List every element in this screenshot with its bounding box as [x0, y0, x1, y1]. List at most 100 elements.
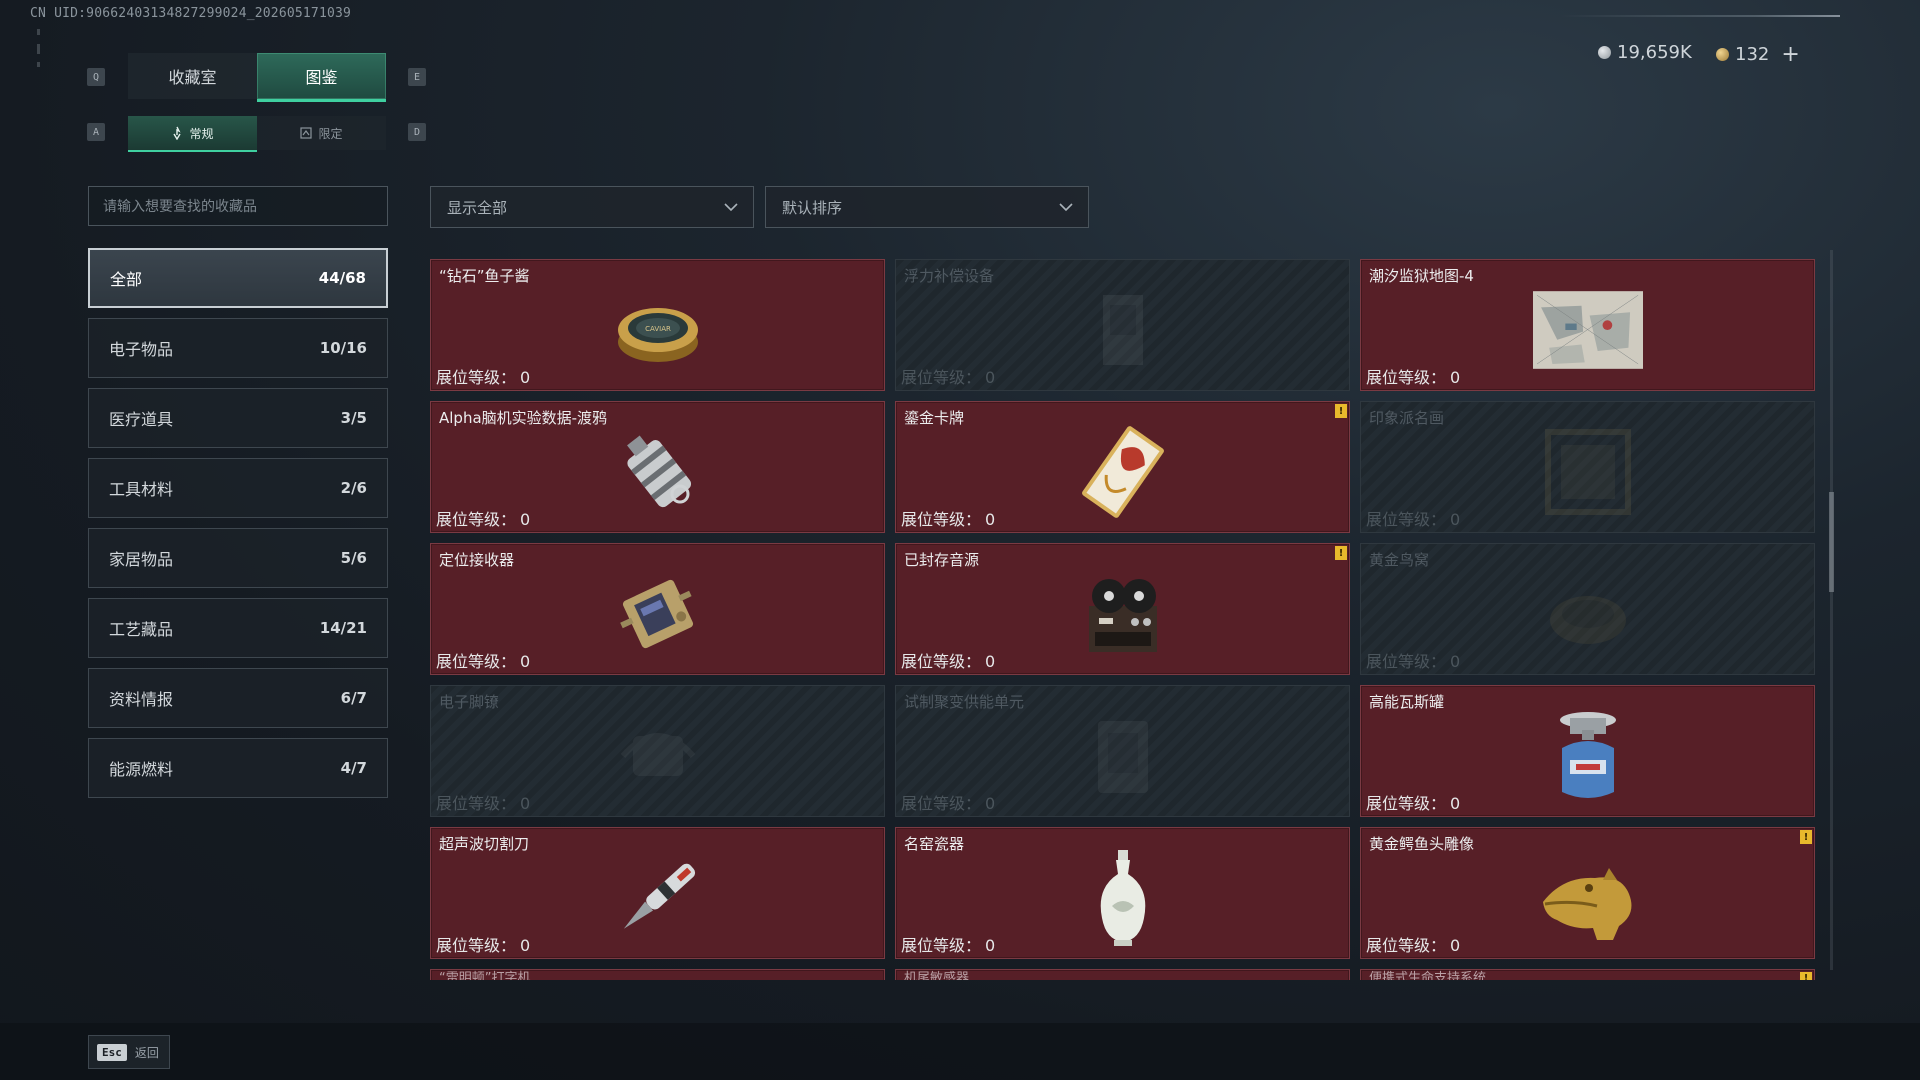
ankle-monitor-icon	[603, 708, 713, 804]
category-tools[interactable]: 工具材料 2/6	[88, 458, 388, 518]
sort-dropdown[interactable]: 默认排序	[765, 186, 1089, 228]
level-value: 0	[985, 368, 996, 387]
level-value: 0	[520, 510, 531, 529]
chevron-down-icon	[724, 203, 738, 212]
item-name: 电子脚镣	[439, 693, 500, 711]
level-value: 0	[985, 510, 996, 529]
item-level: 展位等级： 0	[436, 932, 530, 956]
level-value: 0	[985, 794, 996, 813]
item-name: 定位接收器	[439, 551, 515, 569]
search-input[interactable]: 请输入想要查找的收藏品	[88, 186, 388, 226]
collection-item-card[interactable]: 已封存音源 展位等级： 0!	[895, 543, 1350, 675]
show-filter-dropdown[interactable]: 显示全部	[430, 186, 754, 228]
new-flag-icon: !	[1800, 972, 1812, 980]
category-crafts[interactable]: 工艺藏品 14/21	[88, 598, 388, 658]
item-level: 展位等级： 0	[901, 648, 995, 672]
level-label: 展位等级：	[436, 510, 517, 529]
collection-item-card[interactable]: Alpha脑机实验数据-渡鸦 展位等级： 0	[430, 401, 885, 533]
back-button[interactable]: Esc 返回	[88, 1035, 170, 1069]
collection-item-card[interactable]: 高能瓦斯罐 展位等级： 0	[1360, 685, 1815, 817]
collection-item-card[interactable]: 印象派名画展位等级： 0	[1360, 401, 1815, 533]
level-label: 展位等级：	[436, 652, 517, 671]
category-electronics[interactable]: 电子物品 10/16	[88, 318, 388, 378]
ultrasonic-cutter-icon	[603, 850, 713, 946]
collection-item-card[interactable]: 超声波切割刀展位等级： 0	[430, 827, 885, 959]
collection-item-card[interactable]: “钻石”鱼子酱 CAVIAR 展位等级： 0	[430, 259, 885, 391]
level-label: 展位等级：	[901, 936, 982, 955]
collection-item-card[interactable]: “雷明顿”打字机	[430, 969, 885, 980]
gilded-card-icon	[1068, 424, 1178, 520]
add-currency-button[interactable]: +	[1781, 42, 1799, 67]
category-count: 4/7	[340, 759, 367, 777]
item-level: 展位等级： 0	[901, 790, 995, 814]
item-name: 超声波切割刀	[439, 835, 530, 853]
category-count: 44/68	[318, 269, 366, 287]
collection-item-card[interactable]: 定位接收器展位等级： 0	[430, 543, 885, 675]
item-name: Alpha脑机实验数据-渡鸦	[439, 409, 608, 427]
level-value: 0	[1450, 368, 1461, 387]
collection-item-card[interactable]: 名窑瓷器 展位等级： 0	[895, 827, 1350, 959]
tab-catalog[interactable]: 图鉴	[257, 53, 386, 102]
level-label: 展位等级：	[1366, 510, 1447, 529]
esc-key-hint: Esc	[97, 1043, 127, 1061]
subtab-limited[interactable]: 限定	[257, 116, 386, 150]
category-all[interactable]: 全部 44/68	[88, 248, 388, 308]
category-count: 3/5	[340, 409, 367, 427]
collection-item-card[interactable]: 机尾敏感器	[895, 969, 1350, 980]
category-household[interactable]: 家居物品 5/6	[88, 528, 388, 588]
category-intel[interactable]: 资料情报 6/7	[88, 668, 388, 728]
uid-text: CN UID:9066240313482729​9024_20260517103…	[30, 6, 352, 21]
level-label: 展位等级：	[1366, 368, 1447, 387]
tab-collection-room[interactable]: 收藏室	[128, 53, 257, 99]
collection-item-card[interactable]: 浮力补偿设备 展位等级： 0	[895, 259, 1350, 391]
category-label: 电子物品	[109, 340, 174, 359]
item-level: 展位等级： 0	[901, 506, 995, 530]
item-level: 展位等级： 0	[436, 648, 530, 672]
item-name: “钻石”鱼子酱	[439, 267, 530, 285]
category-label: 家居物品	[109, 550, 174, 569]
collection-item-card[interactable]: 便携式生命支持系统!	[1360, 969, 1815, 980]
item-level: 展位等级： 0	[1366, 648, 1460, 672]
painting-icon	[1533, 424, 1643, 520]
level-label: 展位等级：	[1366, 936, 1447, 955]
category-medical[interactable]: 医疗道具 3/5	[88, 388, 388, 448]
level-label: 展位等级：	[901, 794, 982, 813]
collection-item-card[interactable]: 试制聚变供能单元 展位等级： 0	[895, 685, 1350, 817]
item-name: 印象派名画	[1369, 409, 1445, 427]
back-label: 返回	[134, 1045, 159, 1060]
receiver-icon	[603, 566, 713, 662]
level-value: 0	[1450, 510, 1461, 529]
subtab-limited-label: 限定	[318, 126, 343, 141]
item-name: 高能瓦斯罐	[1369, 693, 1445, 711]
item-name: 黄金鳄鱼头雕像	[1369, 835, 1475, 853]
key-hint-d: D	[408, 123, 426, 141]
collection-item-card[interactable]: 鎏金卡牌 展位等级： 0!	[895, 401, 1350, 533]
level-label: 展位等级：	[901, 368, 982, 387]
fusion-unit-icon	[1068, 708, 1178, 804]
silver-coin-icon	[1598, 46, 1611, 59]
level-value: 0	[520, 652, 531, 671]
level-label: 展位等级：	[436, 368, 517, 387]
scrollbar-track[interactable]	[1830, 250, 1833, 970]
item-name: 机尾敏感器	[904, 971, 970, 980]
collection-item-card[interactable]: 电子脚镣 展位等级： 0	[430, 685, 885, 817]
porcelain-vase-icon	[1068, 850, 1178, 946]
collection-item-card[interactable]: 黄金鸟窝 展位等级： 0	[1360, 543, 1815, 675]
svg-text:CAVIAR: CAVIAR	[645, 325, 671, 333]
category-count: 5/6	[340, 549, 367, 567]
silver-currency: 19,659K	[1598, 42, 1692, 63]
item-name: 便携式生命支持系统	[1369, 971, 1487, 980]
item-name: 已封存音源	[904, 551, 980, 569]
category-label: 资料情报	[109, 690, 174, 709]
category-count: 10/16	[319, 339, 367, 357]
level-label: 展位等级：	[436, 936, 517, 955]
category-energy[interactable]: 能源燃料 4/7	[88, 738, 388, 798]
collection-item-card[interactable]: 黄金鳄鱼头雕像 展位等级： 0!	[1360, 827, 1815, 959]
subtab-regular-label: 常规	[189, 126, 214, 141]
item-name: 名窑瓷器	[904, 835, 965, 853]
subtab-regular[interactable]: 常规	[128, 116, 257, 152]
level-label: 展位等级：	[1366, 652, 1447, 671]
collection-item-card[interactable]: 潮汐监狱地图-4 展位等级： 0	[1360, 259, 1815, 391]
scrollbar-thumb[interactable]	[1829, 492, 1834, 592]
level-value: 0	[985, 652, 996, 671]
